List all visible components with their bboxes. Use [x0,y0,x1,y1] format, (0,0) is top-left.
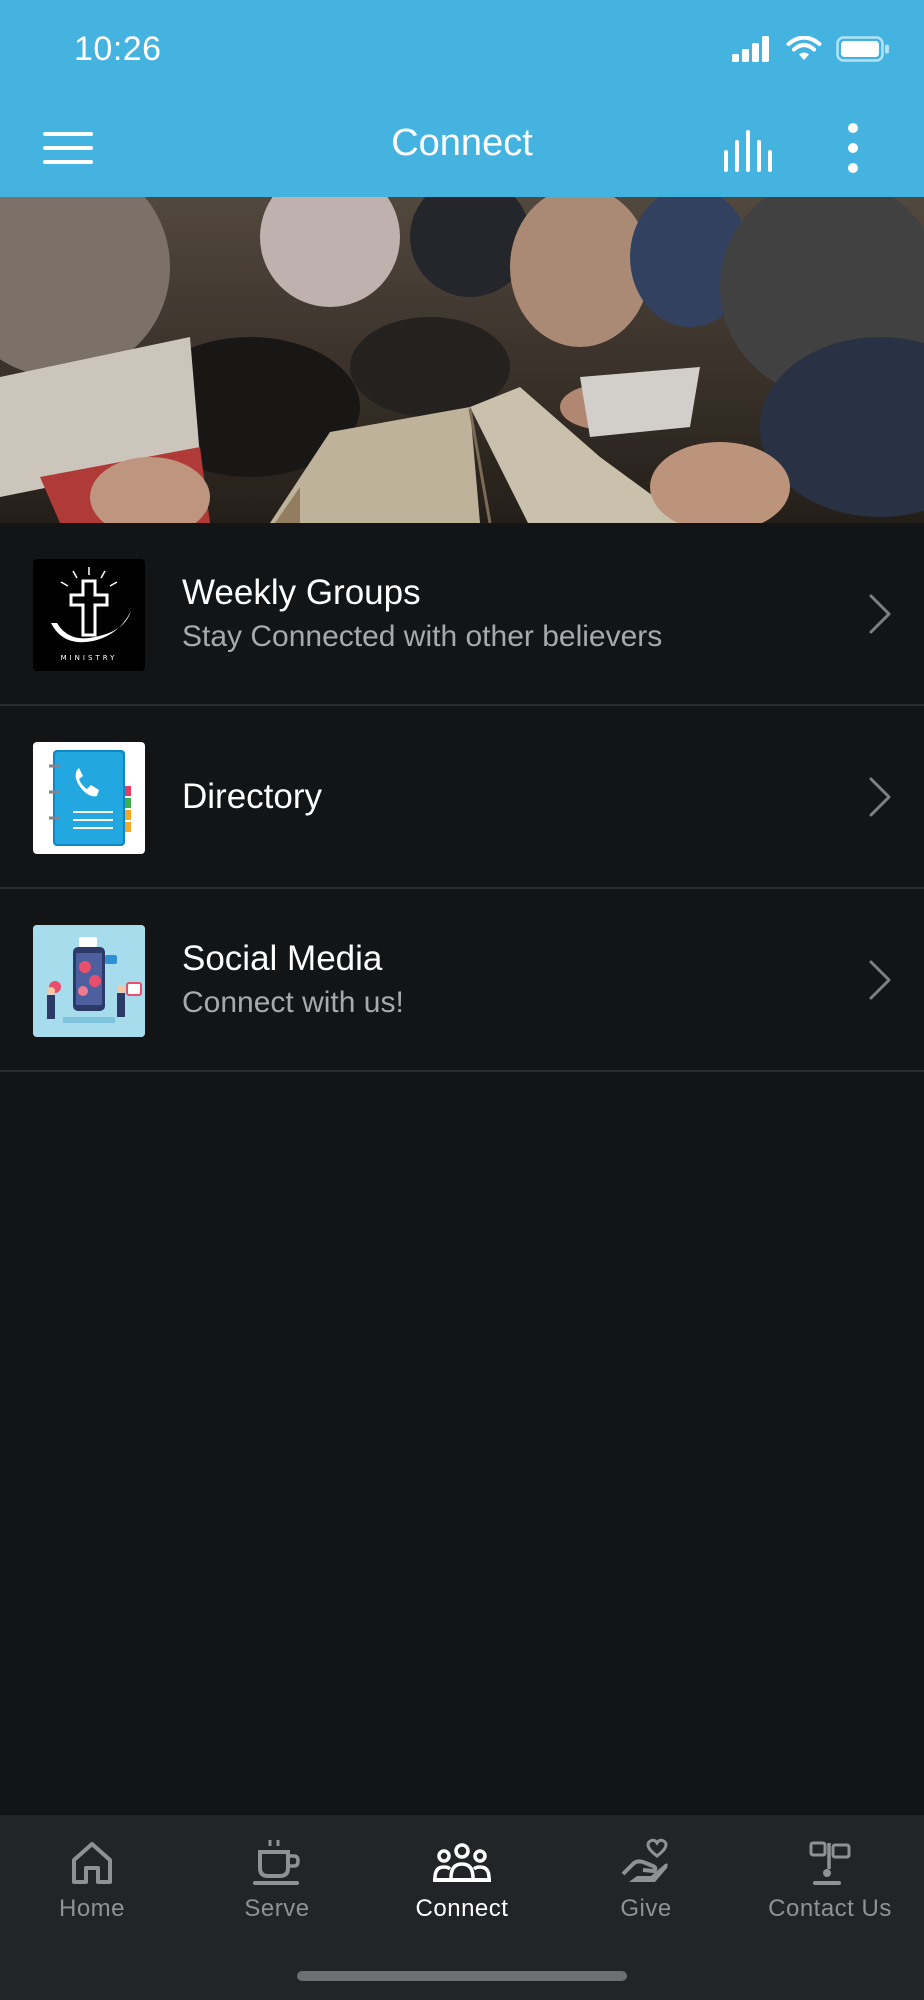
tab-label: Home [58,1895,126,1922]
audio-button[interactable] [722,126,780,174]
list-item-text: Social Media Connect with us! [182,889,834,1070]
tab-serve[interactable]: Serve [185,1815,369,1955]
chevron-right-icon [869,594,891,634]
list-item-directory[interactable]: Directory [0,706,924,889]
list-item-title: Social Media [182,938,383,978]
tab-home[interactable]: Home [0,1815,184,1955]
tab-give[interactable]: Give [554,1815,738,1955]
hand-heart-icon [616,1833,676,1893]
social-media-thumbnail [33,925,145,1037]
more-vertical-icon [848,123,858,173]
list-item-title: Weekly Groups [182,572,421,612]
home-indicator[interactable] [297,1971,627,1981]
page-title: Connect [391,122,533,164]
wifi-icon [786,36,822,60]
tab-contact-us[interactable]: Contact Us [738,1815,922,1955]
list-item-weekly-groups[interactable]: MINISTRY Weekly Groups Stay Connected wi… [0,523,924,706]
weekly-groups-thumbnail: MINISTRY [33,559,145,671]
tab-label: Give [620,1895,672,1922]
coffee-cup-icon [247,1833,307,1893]
list-item-text: Weekly Groups Stay Connected with other … [182,523,834,704]
people-group-icon [432,1833,492,1893]
list-item-title: Directory [182,776,323,816]
cross-ministry-logo: MINISTRY [51,567,131,662]
status-icons [732,36,890,62]
list-item-subtitle: Connect with us! [182,985,404,1019]
directory-thumbnail [33,742,145,854]
more-options-button[interactable] [836,122,870,174]
connect-list: MINISTRY Weekly Groups Stay Connected wi… [0,523,924,1072]
home-icon [62,1833,122,1893]
people-studying-bible-photo [0,197,924,523]
app-header: Connect [0,100,924,197]
chevron-right-icon [869,960,891,1000]
hero-image [0,197,924,523]
signal-icon [732,36,769,62]
list-item-subtitle: Stay Connected with other believers [182,619,663,653]
tab-label: Connect [415,1895,509,1922]
phone-book-icon [49,750,131,846]
status-time: 10:26 [74,30,162,68]
audio-bars-icon [724,130,772,172]
thumb-text: MINISTRY [61,654,118,662]
signpost-icon [800,1833,860,1893]
list-item-social-media[interactable]: Social Media Connect with us! [0,889,924,1072]
tab-label: Serve [244,1895,310,1922]
list-item-text: Directory [182,706,834,887]
status-bar: 10:26 [0,0,924,100]
social-media-illustration [33,925,145,1037]
battery-icon [836,36,889,62]
tab-connect[interactable]: Connect [370,1815,554,1955]
tab-label: Contact Us [768,1895,892,1922]
chevron-right-icon [869,777,891,817]
